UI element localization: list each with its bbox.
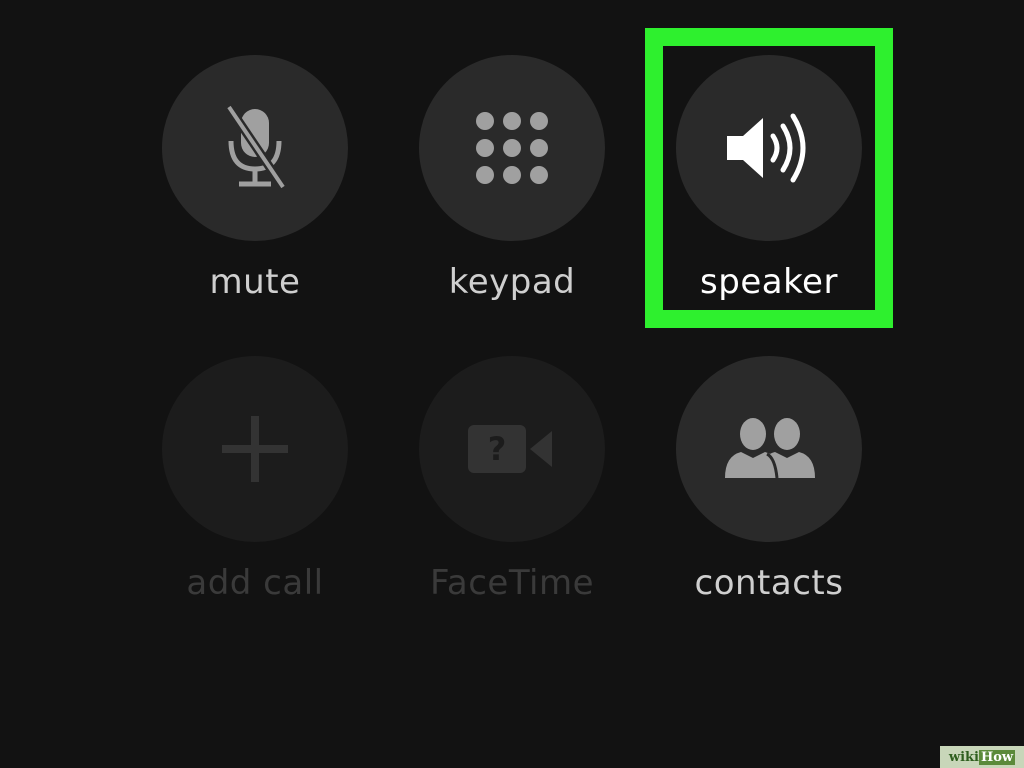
mute-label: mute (209, 262, 301, 302)
keypad-label: keypad (448, 262, 576, 302)
add-call-label: add call (186, 563, 324, 603)
watermark-part1: wiki (948, 749, 979, 765)
mute-microphone-icon (225, 104, 287, 190)
facetime-video-icon: ? (468, 425, 552, 473)
highlight-box (645, 28, 893, 328)
facetime-button[interactable]: ? (419, 356, 605, 542)
plus-icon (222, 416, 288, 482)
contacts-icon (725, 418, 815, 479)
keypad-button[interactable] (419, 55, 605, 241)
watermark-part2: How (978, 749, 1016, 765)
wikihow-watermark: wiki How (940, 746, 1024, 768)
add-call-button[interactable] (162, 356, 348, 542)
contacts-button[interactable] (676, 356, 862, 542)
mute-button[interactable] (162, 55, 348, 241)
in-call-screen: mute keypad speaker add call ? FaceTime … (0, 0, 1024, 768)
keypad-icon (476, 112, 548, 184)
facetime-question-glyph: ? (488, 430, 507, 468)
facetime-label: FaceTime (429, 563, 595, 603)
contacts-label: contacts (694, 563, 844, 603)
